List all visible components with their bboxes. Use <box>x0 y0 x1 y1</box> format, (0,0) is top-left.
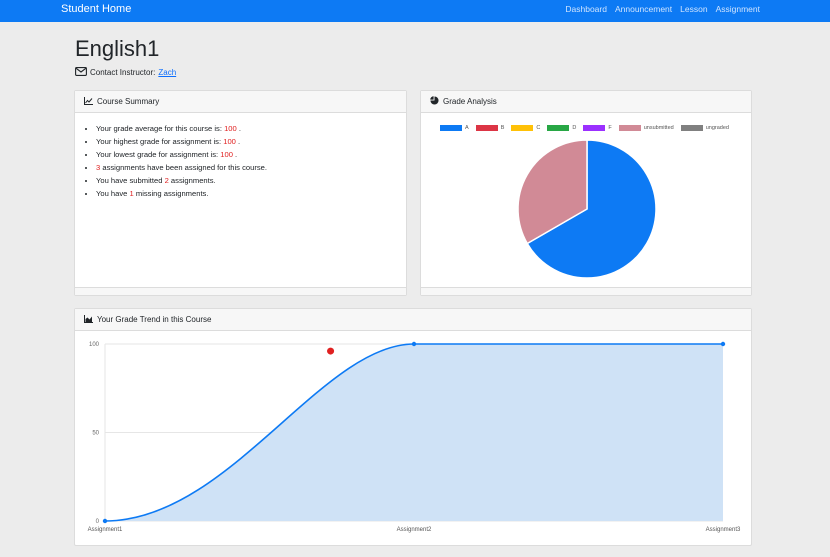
legend-item-unsubmitted[interactable]: unsubmitted <box>618 125 674 131</box>
legend-swatch <box>475 125 498 131</box>
y-tick-label: 100 <box>89 342 100 348</box>
lowest-value: 100 <box>220 150 233 159</box>
contact-instructor: Contact Instructor: Zach <box>75 67 176 78</box>
submitted-count: 2 <box>164 176 169 185</box>
course-summary-header: Course Summary <box>75 91 406 113</box>
legend-label: F <box>608 125 612 131</box>
legend-item-D[interactable]: D <box>547 125 576 131</box>
grade-analysis-title: Grade Analysis <box>443 97 497 106</box>
data-point-Assignment3 <box>720 341 726 347</box>
card-footer <box>75 287 406 295</box>
nav-link-lesson[interactable]: Lesson <box>680 4 707 14</box>
x-tick-label: Assignment2 <box>397 527 432 533</box>
page-title: English1 <box>75 36 160 61</box>
course-summary-title: Course Summary <box>97 97 160 106</box>
y-tick-label: 50 <box>92 431 99 437</box>
x-tick-label: Assignment3 <box>706 527 741 533</box>
pie-chart-icon <box>430 96 439 107</box>
list-item: You have 1 missing assignments. <box>96 187 406 200</box>
legend-label: unsubmitted <box>643 125 674 131</box>
nav-link-dashboard[interactable]: Dashboard <box>565 4 607 14</box>
summary-list: Your grade average for this course is: 1… <box>75 122 406 200</box>
brand-link[interactable]: Student Home <box>61 3 131 15</box>
legend-item-F[interactable]: F <box>583 125 612 131</box>
line-chart-icon <box>84 96 93 107</box>
envelope-icon <box>75 67 87 78</box>
list-item: You have submitted 2 assignments. <box>96 174 406 187</box>
legend-item-A[interactable]: A <box>440 125 469 131</box>
legend-swatch <box>440 125 463 131</box>
legend-label: A <box>465 125 469 131</box>
legend-swatch <box>547 125 570 131</box>
legend-label: D <box>572 125 577 131</box>
legend-label: C <box>536 125 541 131</box>
top-navbar: Student Home Dashboard Announcement Less… <box>0 0 830 22</box>
grade-trend-title: Your Grade Trend in this Course <box>97 315 212 324</box>
legend-swatch <box>618 125 641 131</box>
grade-trend-chart: 0 50 100 Assignment1 Assignment2 Assignment3 <box>88 341 741 533</box>
grade-trend-card: Your Grade Trend in this Course 0 50 100 As… <box>74 308 752 546</box>
legend-swatch <box>511 125 534 131</box>
grade-analysis-card: Grade Analysis A B C D Funsubmitted ungraded <box>420 90 752 296</box>
legend-swatch <box>583 125 606 131</box>
legend-item-B[interactable]: B <box>475 125 505 131</box>
average-value: 100 <box>224 124 237 133</box>
area-chart-icon <box>84 314 93 325</box>
list-item: 3 assignments have been assigned for thi… <box>96 161 406 174</box>
legend-item-C[interactable]: C <box>511 125 540 131</box>
y-tick-label: 0 <box>96 519 100 525</box>
instructor-link[interactable]: Zach <box>158 68 176 77</box>
list-item: Your grade average for this course is: 1… <box>96 122 406 135</box>
course-summary-card: Course Summary Your grade average for th… <box>74 90 407 296</box>
grade-analysis-header: Grade Analysis <box>421 91 751 113</box>
pie-chart <box>517 139 657 279</box>
missing-count: 1 <box>129 189 134 198</box>
list-item: Your lowest grade for assignment is: 100… <box>96 148 406 161</box>
grade-trend-header: Your Grade Trend in this Course <box>75 309 751 331</box>
legend-swatch <box>680 125 703 131</box>
legend-label: B <box>500 125 505 131</box>
data-point-Assignment2 <box>411 341 417 347</box>
assigned-count: 3 <box>96 163 101 172</box>
contact-label: Contact Instructor: <box>90 68 156 77</box>
nav-link-announcement[interactable]: Announcement <box>615 4 672 14</box>
pie-legend: A B C D Funsubmitted ungraded <box>421 125 751 131</box>
legend-item-ungraded[interactable]: ungraded <box>680 125 729 131</box>
nav-links: Dashboard Announcement Lesson Assignment <box>565 4 760 14</box>
list-item: Your highest grade for assignment is: 10… <box>96 135 406 148</box>
highest-value: 100 <box>223 137 236 146</box>
red-marker-point <box>327 347 335 355</box>
x-tick-label: Assignment1 <box>88 527 123 533</box>
legend-label: ungraded <box>705 125 729 131</box>
data-point-Assignment1 <box>102 518 108 524</box>
nav-link-assignment[interactable]: Assignment <box>716 4 760 14</box>
card-footer <box>421 287 751 295</box>
